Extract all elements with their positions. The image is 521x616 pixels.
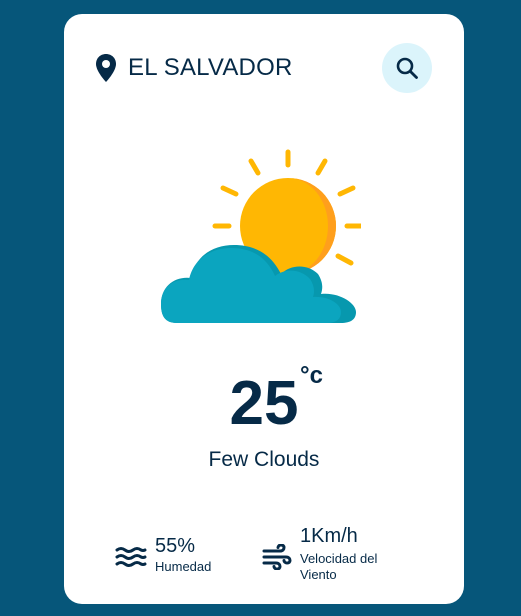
wind-value: 1Km/h	[300, 525, 358, 547]
weather-description: Few Clouds	[208, 448, 320, 471]
sun-behind-cloud-icon	[161, 149, 361, 323]
location-name: EL SALVADOR	[128, 54, 293, 81]
search-button[interactable]	[382, 43, 432, 93]
wind-label-line2: Viento	[300, 567, 337, 582]
temperature-unit: °c	[300, 362, 323, 389]
temperature-value: 25	[229, 369, 299, 438]
wind-label-line1: Velocidad del	[300, 551, 378, 566]
search-icon	[396, 57, 418, 79]
humidity-label: Humedad	[155, 559, 212, 574]
weather-card: EL SALVADOR 25 °c Few Clouds 55% Humedad…	[64, 14, 464, 604]
wind-icon	[262, 544, 292, 570]
map-pin-icon	[96, 54, 116, 82]
waves-icon	[115, 547, 147, 567]
humidity-value: 55%	[155, 535, 196, 557]
